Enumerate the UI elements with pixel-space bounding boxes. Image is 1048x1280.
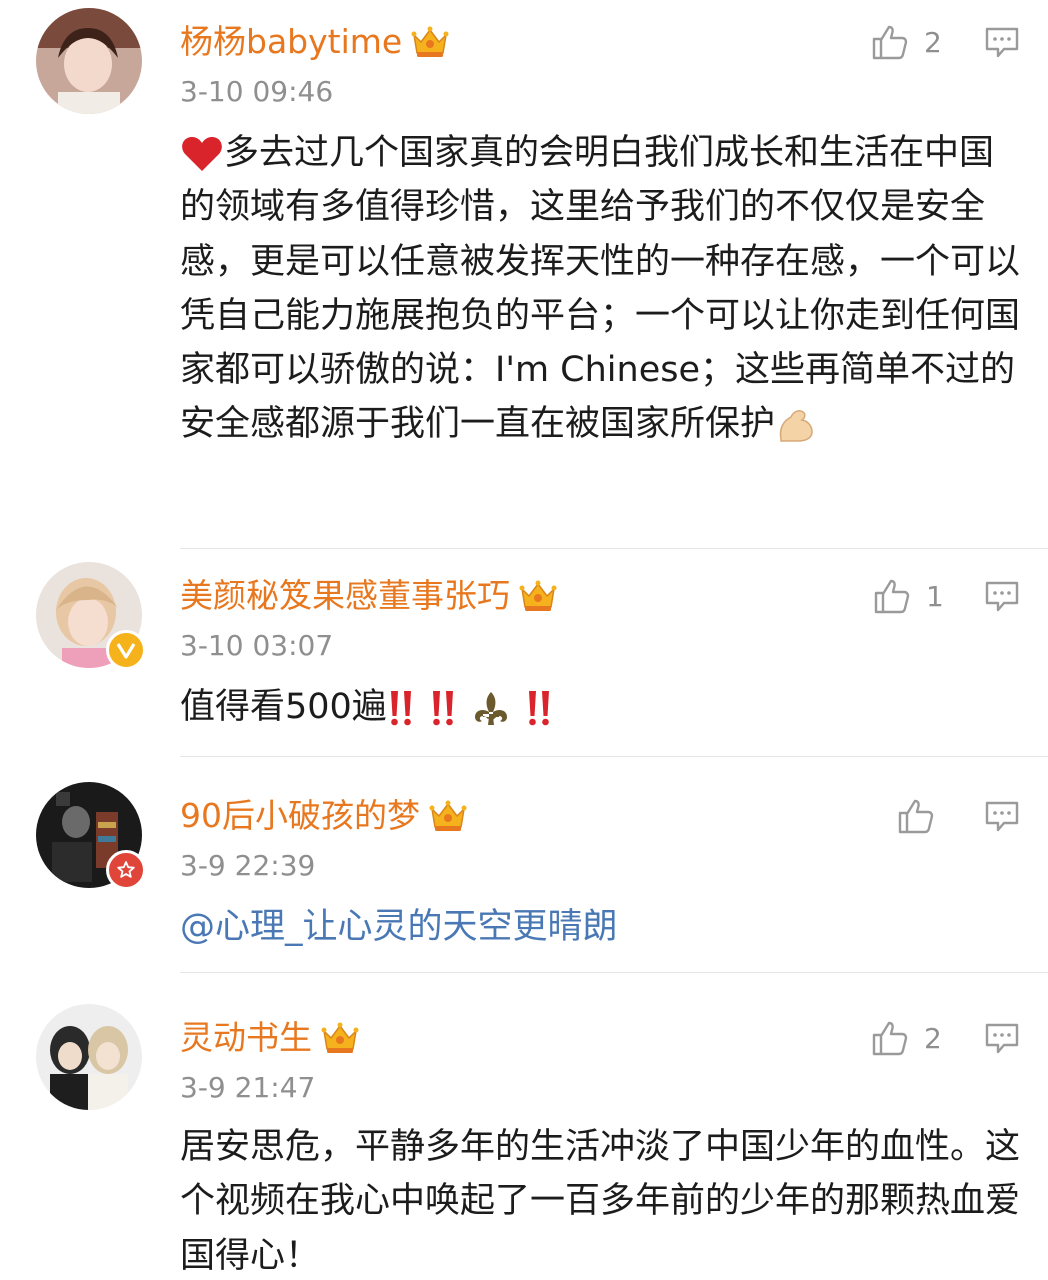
fleur-de-lis-icon [474,692,507,725]
timestamp: 3-9 22:39 [180,849,316,882]
mention-link[interactable]: @心理_让心灵的天空更晴朗 [180,907,618,947]
divider [180,548,1048,549]
status-badge [106,850,146,890]
avatar[interactable] [36,8,142,114]
name-row: 灵动书生 [180,1016,360,1060]
comment-body: 多去过几个国家真的会明白我们成长和生活在中国的领域有多值得珍惜，这里给予我们的不… [180,133,1021,445]
double-exclamation-icon [390,691,411,726]
like-count: 1 [926,579,944,613]
comment-text: @心理_让心灵的天空更晴朗 [180,900,1025,954]
avatar[interactable] [36,1004,142,1110]
crown-icon [518,579,558,613]
username[interactable]: 90后小破孩的梦 [180,794,420,838]
name-row: 杨杨babytime [180,20,450,64]
double-exclamation-icon [432,691,453,726]
username[interactable]: 灵动书生 [180,1016,312,1060]
comment-text: 多去过几个国家真的会明白我们成长和生活在中国的领域有多值得珍惜，这里给予我们的不… [180,126,1025,452]
crown-icon [410,25,450,59]
timestamp: 3-10 09:46 [180,75,334,108]
reply-icon[interactable] [984,1022,1020,1056]
thumbs-up-icon [872,576,912,616]
like-count: 2 [924,25,942,59]
double-exclamation-icon [528,691,549,726]
thumbs-up-icon [870,22,910,62]
comment-body: 值得看500遍 [180,687,387,727]
avatar[interactable] [36,782,146,890]
avatar[interactable] [36,562,146,670]
reply-icon[interactable] [984,26,1020,60]
timestamp: 3-10 03:07 [180,629,334,662]
reply-icon[interactable] [984,580,1020,614]
verified-v-icon [116,643,136,659]
flexed-biceps-icon [779,410,813,443]
verified-badge [106,630,146,670]
name-row: 美颜秘笈果感董事张巧 [180,574,558,618]
crown-icon [320,1021,360,1055]
crown-icon [428,799,468,833]
like-count: 2 [924,1021,942,1055]
comment-text: 值得看500遍 [180,680,1025,734]
comment-body: 居安思危，平静多年的生活冲淡了中国少年的血性。这个视频在我心中唤起了一百多年前的… [180,1127,1021,1276]
star-icon [117,861,135,878]
avatar-photo [36,8,142,114]
like-button[interactable] [896,796,950,836]
timestamp: 3-9 21:47 [180,1071,316,1104]
divider [180,756,1048,757]
reply-icon[interactable] [984,800,1020,834]
divider [180,972,1048,973]
comment-text: 居安思危，平静多年的生活冲淡了中国少年的血性。这个视频在我心中唤起了一百多年前的… [180,1120,1025,1280]
red-heart-icon [182,137,222,171]
username[interactable]: 杨杨babytime [180,20,402,64]
like-button[interactable]: 2 [870,1018,942,1058]
thumbs-up-icon [896,796,936,836]
username[interactable]: 美颜秘笈果感董事张巧 [180,574,510,618]
avatar-photo [36,1004,142,1110]
thumbs-up-icon [870,1018,910,1058]
name-row: 90后小破孩的梦 [180,794,468,838]
like-button[interactable]: 2 [870,22,942,62]
like-button[interactable]: 1 [872,576,944,616]
